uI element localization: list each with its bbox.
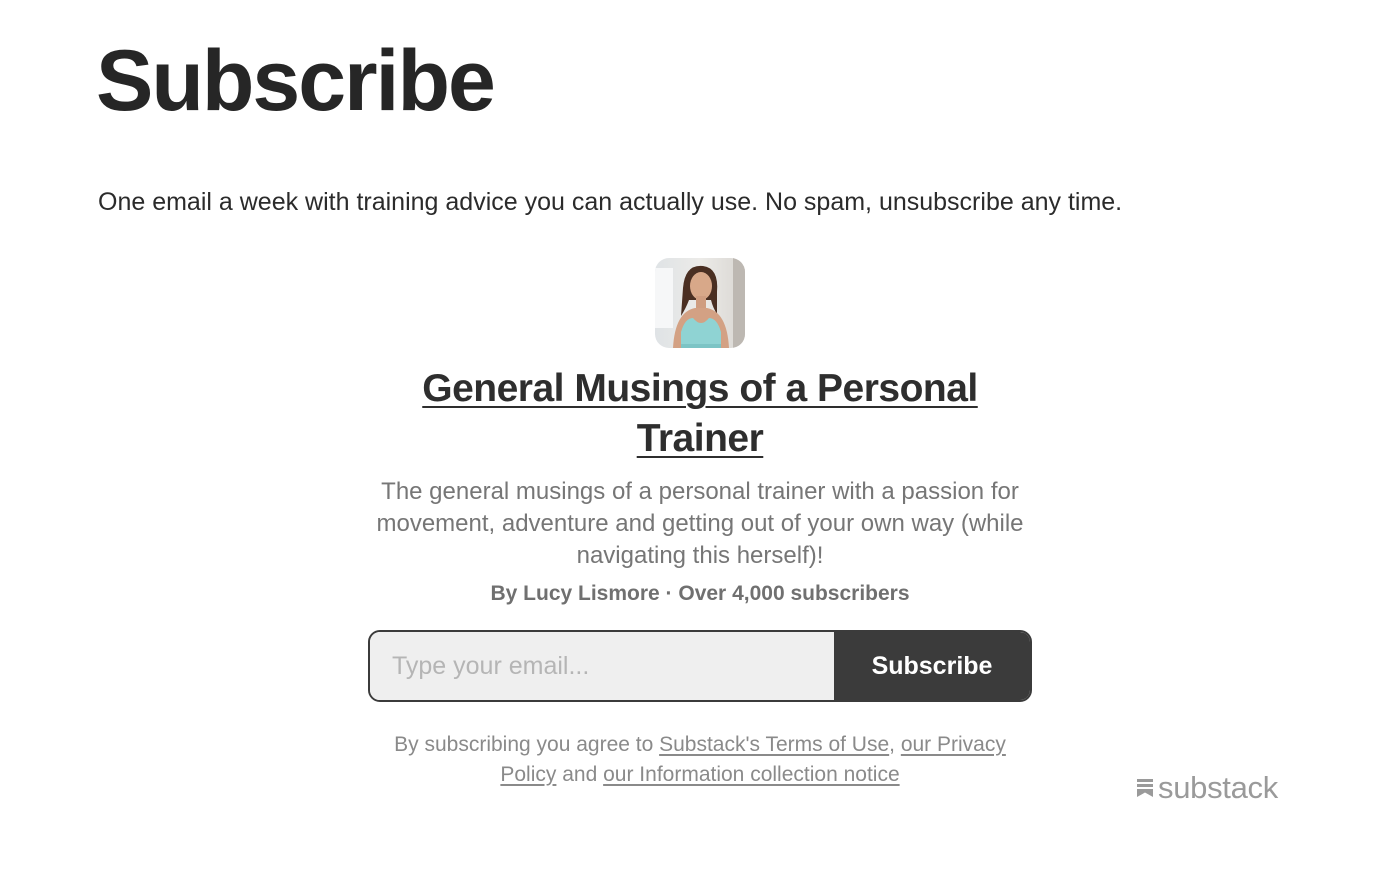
substack-bookmark-icon <box>1137 779 1153 797</box>
publication-meta: By Lucy Lismore · Over 4,000 subscribers <box>490 582 910 605</box>
subscribe-embed: General Musings of a Personal Trainer Th… <box>350 258 1050 606</box>
terms-of-use-link[interactable]: Substack's Terms of Use <box>659 733 889 756</box>
email-input[interactable] <box>370 632 834 700</box>
subscribe-button[interactable]: Subscribe <box>834 632 1030 700</box>
intro-text: One email a week with training advice yo… <box>98 188 1123 216</box>
legal-notice: By subscribing you agree to Substack's T… <box>380 730 1020 790</box>
page: Subscribe One email a week with training… <box>0 0 1400 879</box>
information-collection-notice-link[interactable]: our Information collection notice <box>603 763 900 786</box>
publication-description: The general musings of a personal traine… <box>376 478 1024 569</box>
legal-and: and <box>556 763 604 786</box>
author-avatar[interactable] <box>655 258 745 348</box>
publication-title-link[interactable]: General Musings of a Personal Trainer <box>380 364 1020 464</box>
substack-logo-link[interactable]: substack <box>1136 770 1278 806</box>
author-photo-avatar-icon <box>655 258 745 348</box>
legal-prefix: By subscribing you agree to <box>394 733 660 756</box>
legal-comma: , <box>889 733 901 756</box>
email-signup-form: Subscribe <box>368 630 1032 702</box>
page-title: Subscribe <box>96 33 496 129</box>
substack-logo-text: substack <box>1158 770 1278 805</box>
